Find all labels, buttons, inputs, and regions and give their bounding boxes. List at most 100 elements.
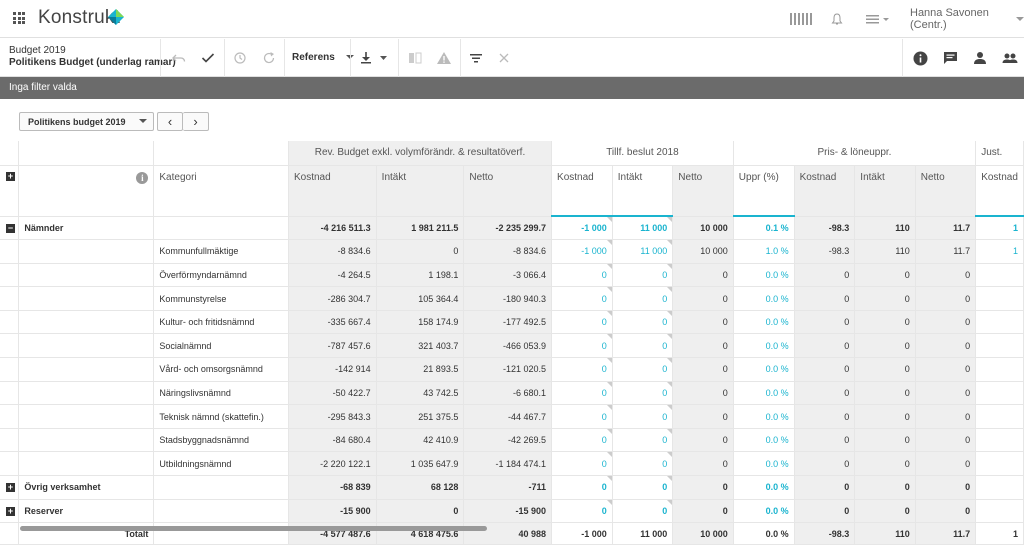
value-cell[interactable]: 0.0 % (733, 499, 795, 524)
column-header[interactable]: Kostnad (794, 165, 856, 217)
referens-dropdown[interactable]: Referens (292, 52, 354, 63)
compare-icon[interactable] (408, 48, 422, 68)
clear-filter-icon[interactable] (498, 48, 510, 68)
value-cell[interactable]: 0 (612, 310, 674, 335)
value-cell[interactable]: 0.0 % (733, 263, 795, 288)
column-header[interactable]: Kostnad (288, 165, 377, 217)
apps-grid-icon[interactable] (13, 12, 25, 24)
column-header[interactable]: Netto (463, 165, 553, 217)
group-row[interactable]: − Nämnder -4 216 511.3 1 981 211.5 -2 235 29… (0, 216, 1024, 241)
column-header[interactable]: Uppr (%) (733, 165, 795, 217)
value-cell[interactable]: 0 (551, 310, 613, 335)
value-cell[interactable]: 0.0 % (733, 310, 795, 335)
filter-icon[interactable] (469, 48, 483, 68)
value-cell[interactable]: 0 (612, 475, 674, 500)
value-cell[interactable]: 0 (612, 499, 674, 524)
horizontal-scrollbar[interactable] (20, 526, 487, 531)
table-row[interactable]: Överförmyndarnämnd -4 264.5 1 198.1 -3 066.… (0, 263, 1024, 288)
expand-icon[interactable]: + (6, 506, 15, 516)
user-icon[interactable] (973, 48, 987, 68)
column-header[interactable]: Netto (915, 165, 977, 217)
value-cell[interactable]: 0 (551, 357, 613, 382)
value-cell[interactable]: 0 (551, 286, 613, 311)
bell-icon[interactable] (831, 0, 843, 38)
column-header[interactable]: Intäkt (376, 165, 465, 217)
expand-icon[interactable]: + (6, 483, 15, 493)
history-icon[interactable] (233, 48, 247, 68)
collapse-icon[interactable]: − (6, 223, 15, 233)
download-icon[interactable] (360, 48, 388, 68)
user-menu[interactable]: Hanna Savonen (Centr.) (910, 0, 1024, 38)
table-row[interactable]: Kommunfullmäktige -8 834.6 0 -8 834.6 -1 000… (0, 239, 1024, 264)
warning-icon[interactable] (436, 48, 452, 68)
value-cell[interactable]: 0 (612, 428, 674, 453)
menu-dropdown-icon[interactable] (866, 0, 890, 38)
value-cell[interactable] (975, 286, 1024, 311)
value-cell[interactable]: 0 (551, 428, 613, 453)
table-row[interactable]: Vård- och omsorgsnämnd -142 914 21 893.5 -1… (0, 357, 1024, 382)
column-header[interactable]: Kostnad (551, 165, 613, 217)
barcode-icon[interactable] (790, 0, 814, 38)
value-cell[interactable] (975, 263, 1024, 288)
table-row[interactable]: Socialnämnd -787 457.6 321 403.7 -466 053.9… (0, 333, 1024, 359)
value-cell[interactable]: 0.0 % (733, 333, 795, 359)
value-cell[interactable]: 0 (612, 333, 674, 359)
value-cell[interactable]: 0 (551, 404, 613, 429)
users-icon[interactable] (1002, 48, 1018, 68)
value-cell[interactable]: -1 000 (551, 239, 613, 264)
table-row[interactable]: Kultur- och fritidsnämnd -335 667.4 158 17… (0, 310, 1024, 335)
value-cell[interactable] (975, 428, 1024, 453)
table-row[interactable]: Teknisk nämnd (skattefin.) -295 843.3 251 … (0, 404, 1024, 429)
check-icon[interactable] (201, 48, 215, 68)
info-icon[interactable]: i (136, 171, 149, 184)
value-cell[interactable] (975, 357, 1024, 382)
table-row[interactable]: Näringslivsnämnd -50 422.7 43 742.5 -6 680.… (0, 381, 1024, 406)
value-cell[interactable]: 0.0 % (733, 357, 795, 382)
value-cell[interactable] (975, 475, 1024, 500)
value-cell[interactable]: 0.0 % (733, 428, 795, 453)
budget-select[interactable]: Politikens budget 2019 (19, 112, 154, 131)
group-row[interactable]: + Reserver -15 900 0 -15 900 0 0 0 0.0 % 0 0 0 (0, 499, 1024, 524)
prev-button[interactable]: ‹ (157, 112, 183, 131)
value-cell[interactable]: 1.0 % (733, 239, 795, 264)
next-button[interactable]: › (183, 112, 209, 131)
value-cell[interactable]: 0.0 % (733, 451, 795, 477)
value-cell[interactable]: 0.0 % (733, 286, 795, 311)
value-cell[interactable]: 0 (551, 263, 613, 288)
value-cell[interactable]: 1 (975, 216, 1024, 241)
value-cell[interactable] (975, 333, 1024, 359)
undo-icon[interactable] (172, 48, 186, 68)
value-cell[interactable]: 0 (612, 263, 674, 288)
value-cell[interactable]: 0 (551, 333, 613, 359)
group-row[interactable]: + Övrig verksamhet -68 839 68 128 -711 0 0 0 0.0… (0, 475, 1024, 500)
value-cell[interactable]: 11 000 (612, 216, 674, 241)
table-row[interactable]: Stadsbyggnadsnämnd -84 680.4 42 410.9 -42 2… (0, 428, 1024, 453)
value-cell[interactable]: 0.0 % (733, 404, 795, 429)
value-cell[interactable]: 0 (612, 451, 674, 477)
value-cell[interactable] (975, 404, 1024, 429)
comment-icon[interactable] (943, 48, 958, 68)
column-header[interactable]: Intäkt (612, 165, 674, 217)
value-cell[interactable]: -1 000 (551, 216, 613, 241)
value-cell[interactable]: 0 (551, 475, 613, 500)
column-header[interactable]: Netto (672, 165, 734, 217)
column-header[interactable]: Intäkt (854, 165, 916, 217)
table-row[interactable]: Utbildningsnämnd -2 220 122.1 1 035 647.9-… (0, 451, 1024, 477)
value-cell[interactable]: 11 000 (612, 239, 674, 264)
value-cell[interactable]: 0 (612, 404, 674, 429)
value-cell[interactable]: 0 (612, 357, 674, 382)
expand-all-icon[interactable]: + (6, 172, 15, 182)
value-cell[interactable]: 0 (551, 499, 613, 524)
value-cell[interactable]: 0 (612, 286, 674, 311)
value-cell[interactable]: 0.0 % (733, 475, 795, 500)
value-cell[interactable] (975, 381, 1024, 406)
value-cell[interactable] (975, 499, 1024, 524)
refresh-icon[interactable] (262, 48, 276, 68)
value-cell[interactable] (975, 451, 1024, 477)
info-icon[interactable] (913, 48, 928, 68)
value-cell[interactable]: 0 (551, 451, 613, 477)
value-cell[interactable]: 0.0 % (733, 381, 795, 406)
value-cell[interactable]: 0.1 % (733, 216, 795, 241)
value-cell[interactable]: 0 (612, 381, 674, 406)
column-header[interactable]: Kostnad (975, 165, 1024, 217)
